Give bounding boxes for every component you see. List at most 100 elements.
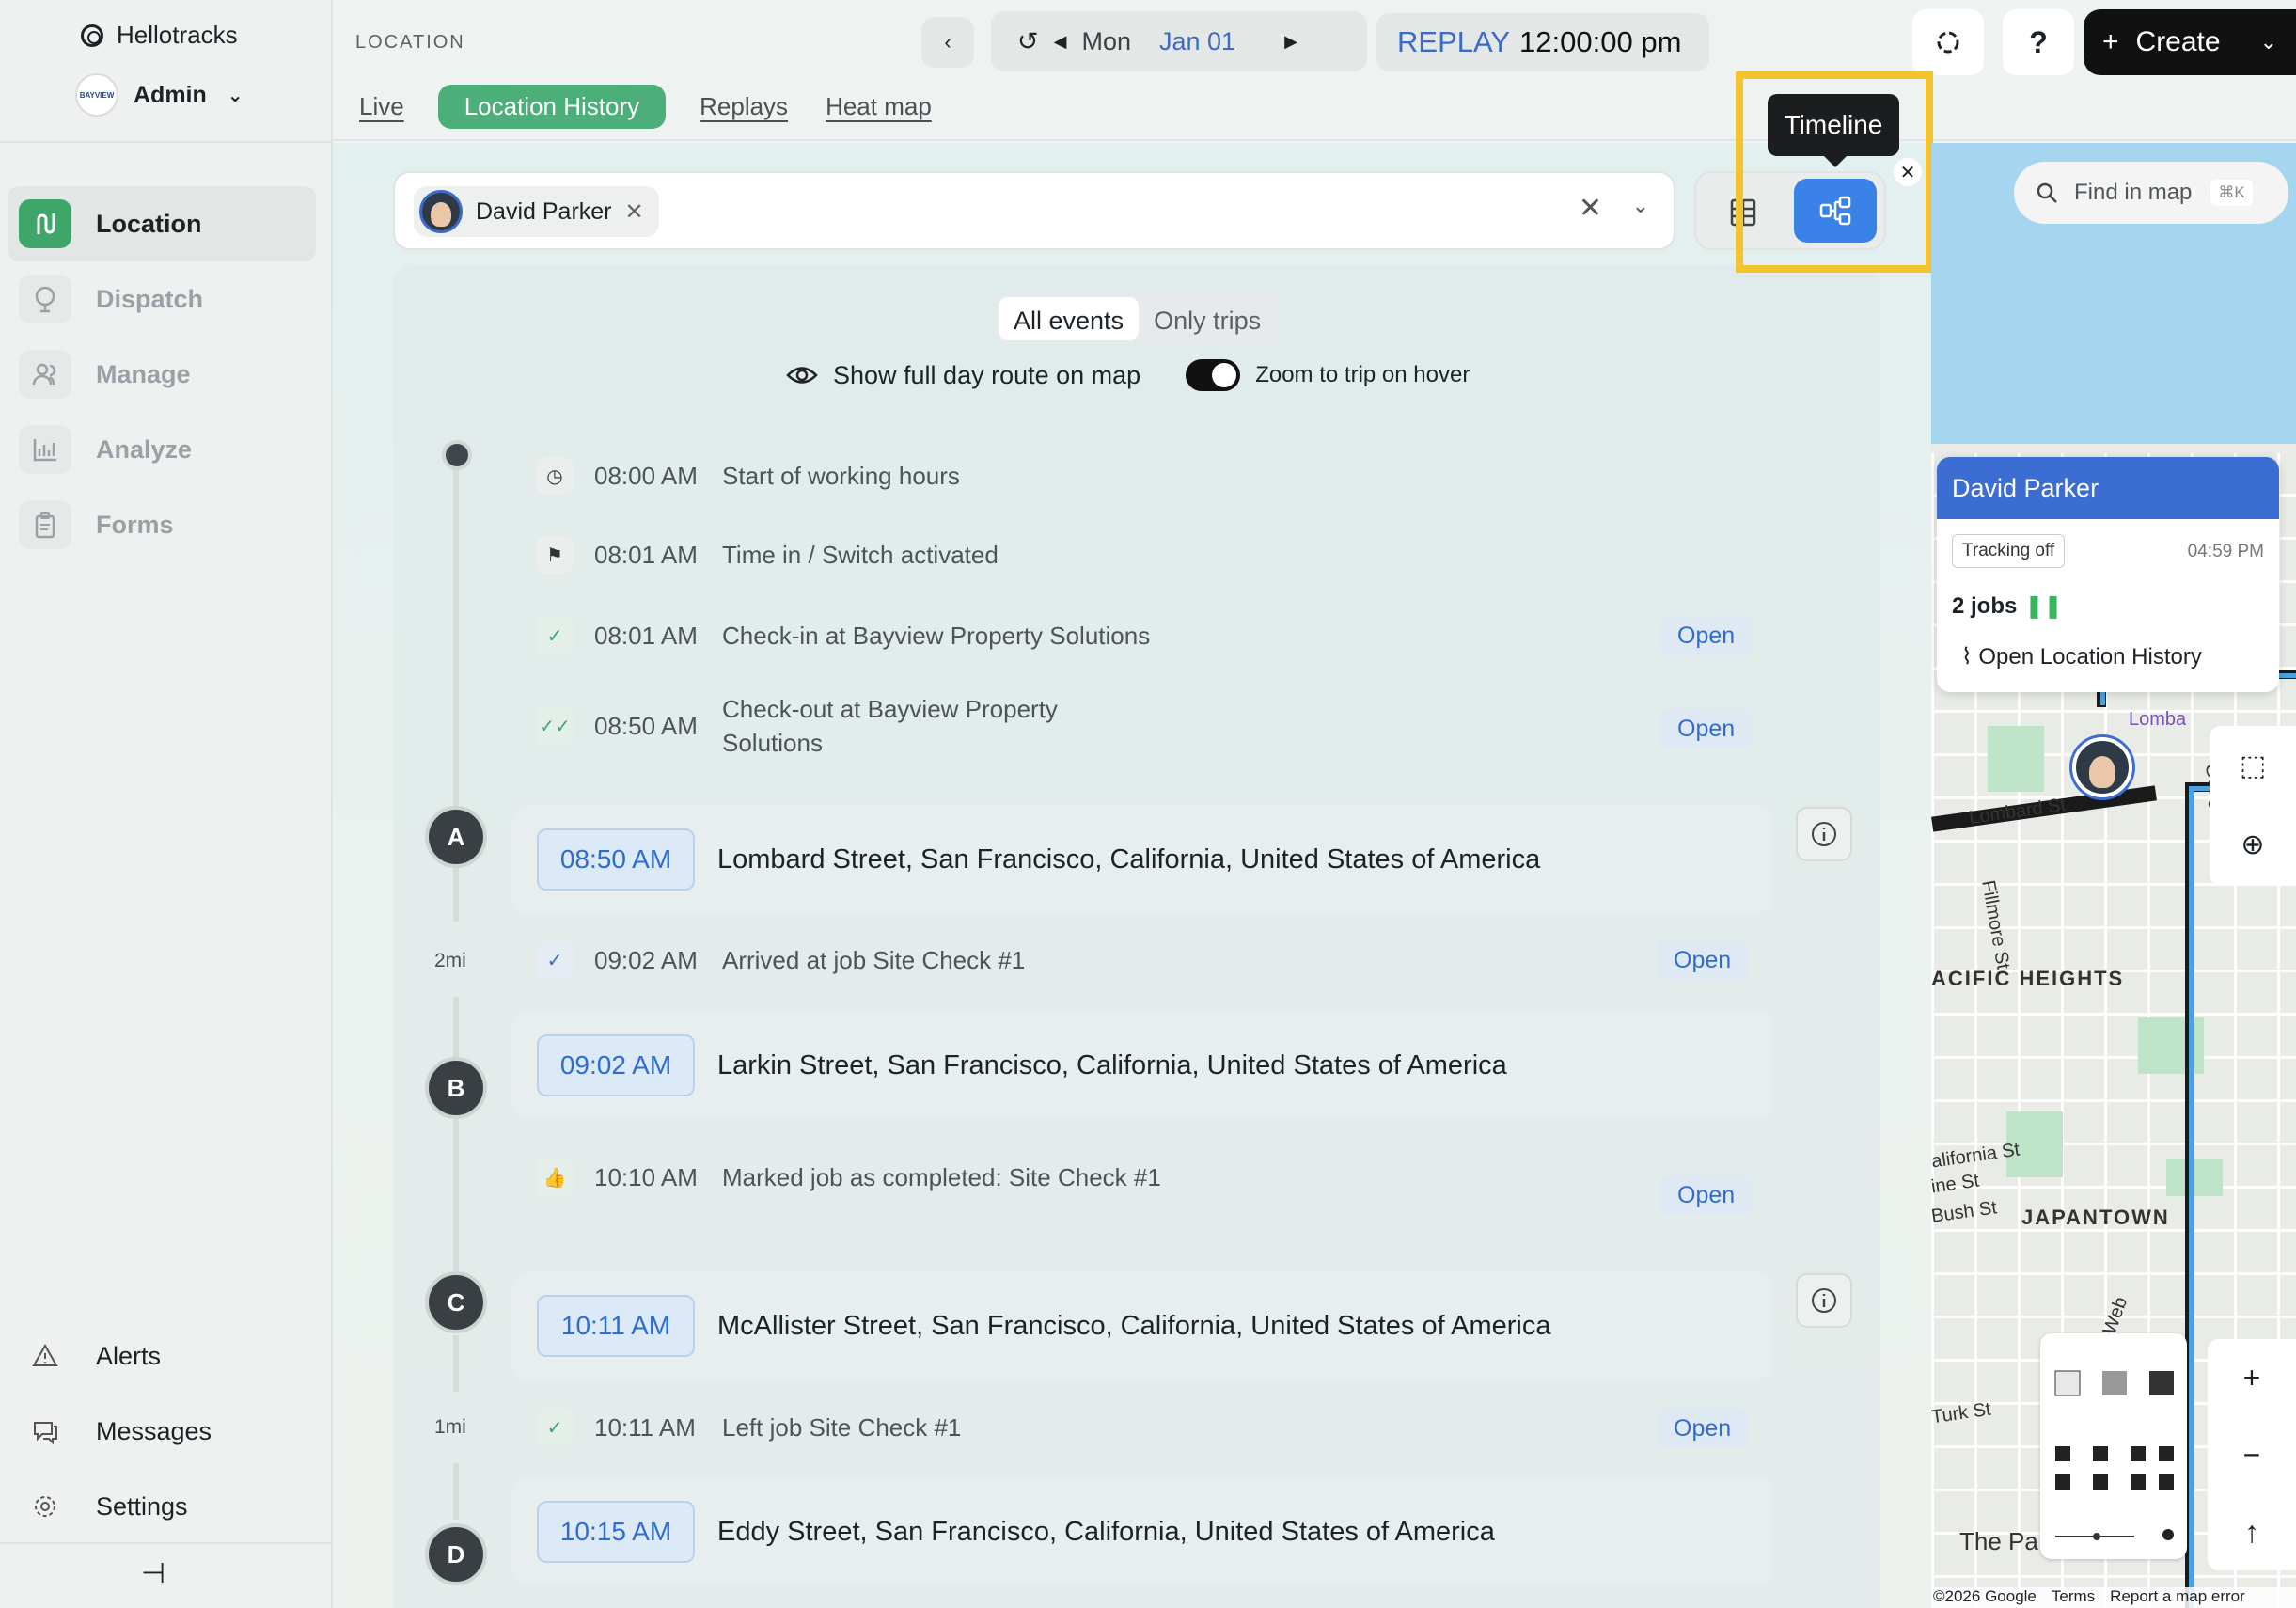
trip-stop-d[interactable]: 10:15 AM Eddy Street, San Francisco, Cal…: [512, 1478, 1772, 1585]
ai-assistant-button[interactable]: [1912, 9, 1984, 75]
zoom-in-button[interactable]: +: [2208, 1339, 2296, 1416]
event-text: Time in / Switch activated: [722, 541, 999, 569]
weekday: Mon: [1081, 26, 1131, 55]
stop-time: 08:50 AM: [537, 828, 695, 891]
previous-day-button[interactable]: ‹: [921, 17, 974, 68]
clock-icon: ◷: [536, 457, 574, 495]
timeline-line: [453, 865, 459, 922]
tab-location-history[interactable]: Location History: [437, 85, 667, 129]
zoom-to-trip-label: Zoom to trip on hover: [1255, 362, 1470, 387]
date-value[interactable]: Jan 01: [1159, 27, 1235, 56]
stop-info-button[interactable]: [1796, 807, 1852, 861]
next-date-arrow-icon[interactable]: ▶: [1284, 32, 1297, 52]
replay-time[interactable]: REPLAY 12:00:00 pm: [1376, 13, 1709, 71]
map-terms-link[interactable]: Terms: [2052, 1587, 2095, 1608]
route-icon: ⌇: [1961, 644, 1979, 670]
zoom-out-button[interactable]: −: [2208, 1416, 2296, 1493]
map-park: [1988, 726, 2044, 792]
create-button[interactable]: + Create ⌄: [2084, 9, 2296, 75]
event-time: 08:01 AM: [594, 621, 698, 650]
open-event-button[interactable]: Open: [1660, 1175, 1753, 1215]
reset-date-icon[interactable]: ↺: [1017, 27, 1039, 56]
map-search[interactable]: Find in map ⌘K: [2014, 162, 2288, 224]
only-trips-option[interactable]: Only trips: [1139, 297, 1276, 340]
gear-icon: [19, 1482, 71, 1531]
section-label: LOCATION: [355, 32, 465, 53]
map-layers-panel[interactable]: [2040, 1333, 2187, 1559]
list-item: ◷ 08:00 AM Start of working hours: [536, 457, 960, 495]
open-event-button[interactable]: Open: [1660, 709, 1753, 749]
person-name: David Parker: [476, 197, 612, 225]
messages-icon: [19, 1407, 71, 1456]
stop-address: Lombard Street, San Francisco, Californi…: [717, 843, 1541, 875]
route-icon: [19, 199, 71, 248]
tab-live[interactable]: Live: [355, 87, 408, 127]
open-event-button[interactable]: Open: [1660, 616, 1753, 655]
open-event-button[interactable]: Open: [1657, 1409, 1749, 1448]
recenter-button[interactable]: ↑: [2208, 1493, 2296, 1570]
event-text: Start of working hours: [722, 462, 960, 490]
sidebar-item-analyze[interactable]: Analyze: [0, 412, 331, 487]
person-chip[interactable]: David Parker ✕: [414, 186, 659, 237]
sidebar-item-dispatch[interactable]: Dispatch: [0, 261, 331, 337]
check-icon: ✓: [536, 617, 574, 654]
sidebar-item-messages[interactable]: Messages: [0, 1394, 331, 1469]
event-time: 09:02 AM: [594, 945, 698, 974]
event-text: Check-out at Bayview Property Solutions: [722, 695, 1058, 757]
map[interactable]: Find in map ⌘K David Parker Tracking off…: [1931, 143, 2296, 1608]
brand-name: Hellotracks: [117, 21, 238, 49]
map-tools: ⬚ ⊕: [2210, 726, 2296, 886]
replay-clock: 12:00:00 pm: [1519, 25, 1682, 58]
info-icon: [1812, 822, 1836, 846]
tab-heat-map[interactable]: Heat map: [822, 87, 936, 127]
remove-person-icon[interactable]: ✕: [625, 198, 644, 226]
clear-filter-icon[interactable]: ✕: [1579, 192, 1602, 225]
sidebar-item-forms[interactable]: Forms: [0, 487, 331, 562]
stop-address: Eddy Street, San Francisco, California, …: [717, 1516, 1495, 1547]
stop-info-button[interactable]: [1796, 1273, 1852, 1328]
sidebar-item-alerts[interactable]: Alerts: [0, 1318, 331, 1394]
all-events-option[interactable]: All events: [999, 297, 1140, 340]
show-route-option[interactable]: Show full day route on map: [786, 361, 1140, 390]
help-button[interactable]: ?: [2003, 9, 2074, 75]
trip-stop-c[interactable]: 10:11 AM McAllister Street, San Francisc…: [512, 1272, 1772, 1379]
date-picker[interactable]: ↺ ◀ Mon Jan 01 ▶: [991, 11, 1367, 71]
timeline-tooltip: Timeline: [1768, 94, 1899, 167]
check-icon: ✓: [536, 941, 574, 979]
map-report-link[interactable]: Report a map error: [2110, 1587, 2245, 1608]
popup-name: David Parker: [1937, 457, 2279, 519]
timeline-options: Show full day route on map Zoom to trip …: [786, 359, 1470, 391]
select-area-icon[interactable]: ⬚: [2210, 726, 2296, 805]
zoom-to-trip-toggle[interactable]: [1186, 359, 1241, 391]
chevron-left-icon: ‹: [944, 30, 951, 54]
search-icon: [2037, 182, 2057, 203]
trip-stop-b[interactable]: 09:02 AM Larkin Street, San Francisco, C…: [512, 1012, 1772, 1119]
timeline-line: [453, 455, 459, 812]
stop-marker-b: B: [425, 1057, 487, 1119]
sidebar-item-settings[interactable]: Settings: [0, 1469, 331, 1544]
stop-time: 10:15 AM: [537, 1501, 695, 1563]
dismiss-hint-icon[interactable]: ✕: [1894, 158, 1922, 186]
open-event-button[interactable]: Open: [1657, 940, 1749, 980]
sidebar-item-label: Settings: [96, 1491, 188, 1521]
person-filter[interactable]: David Parker ✕ ✕ ⌄: [393, 171, 1675, 250]
prev-date-arrow-icon[interactable]: ◀: [1054, 32, 1067, 52]
chevron-down-icon[interactable]: ⌄: [1632, 194, 1649, 218]
check-icon: ✓: [536, 1409, 574, 1446]
add-location-icon[interactable]: ⊕: [2210, 805, 2296, 884]
plus-icon: +: [2102, 26, 2119, 57]
person-popup: David Parker Tracking off 04:59 PM 2 job…: [1937, 457, 2279, 692]
tab-replays[interactable]: Replays: [696, 87, 792, 127]
sidebar-item-manage[interactable]: Manage: [0, 337, 331, 412]
person-map-marker[interactable]: [2072, 737, 2132, 797]
trip-distance: 1mi: [434, 1416, 466, 1438]
divider: [0, 1542, 331, 1544]
account-switcher[interactable]: BAYVIEW Admin ⌄: [75, 73, 244, 117]
collapse-sidebar-icon[interactable]: ⊣: [141, 1557, 165, 1590]
map-label: Lomba: [2129, 709, 2187, 730]
brand[interactable]: Hellotracks: [81, 21, 238, 50]
divider: [0, 141, 331, 143]
open-location-history-link[interactable]: ⌇ Open Location History: [1961, 643, 2202, 670]
sidebar-item-location[interactable]: Location: [8, 186, 316, 261]
trip-stop-a[interactable]: 08:50 AM Lombard Street, San Francisco, …: [512, 806, 1772, 913]
